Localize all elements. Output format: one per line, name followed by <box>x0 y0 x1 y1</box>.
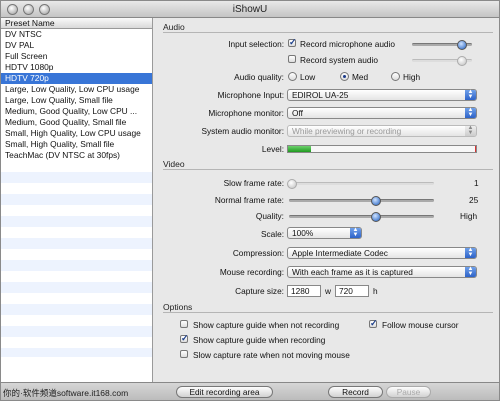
audio-quality-low-radio[interactable] <box>288 72 297 81</box>
audio-quality-label: Audio quality: <box>234 72 284 82</box>
slider-knob[interactable] <box>371 196 381 206</box>
system-monitor-label: System audio monitor: <box>201 126 284 136</box>
capture-width-field[interactable]: 1280 <box>287 285 321 297</box>
peak-tick <box>475 146 476 152</box>
mic-monitor-label: Microphone monitor: <box>208 108 284 118</box>
system-monitor-popup[interactable]: While previewing or recording ▲ ▼ <box>287 125 477 137</box>
audio-level-meter <box>287 145 477 153</box>
system-monitor-value: While previewing or recording <box>292 126 402 136</box>
audio-section-label: Audio <box>163 22 185 32</box>
record-system-checkbox[interactable] <box>288 55 296 63</box>
slider-knob[interactable] <box>371 212 381 222</box>
mic-input-value: EDIROL UA-25 <box>292 90 349 100</box>
popup-arrows-icon: ▲ ▼ <box>465 107 476 118</box>
quality-label: Quality: <box>255 211 284 221</box>
input-selection-label: Input selection: <box>228 39 284 49</box>
quality-slider[interactable] <box>289 212 434 222</box>
slow-rate-not-moving-checkbox[interactable] <box>180 350 188 358</box>
capture-size-label: Capture size: <box>235 286 284 296</box>
popup-arrows-icon: ▲ ▼ <box>465 89 476 100</box>
capture-height-field[interactable]: 720 <box>335 285 369 297</box>
title-bar: iShowU <box>1 1 499 18</box>
divider <box>163 32 493 33</box>
popup-arrows-icon: ▲ ▼ <box>465 125 476 136</box>
audio-quality-high-radio[interactable] <box>391 72 400 81</box>
divider <box>163 169 493 170</box>
popup-arrows-icon: ▲ ▼ <box>350 227 361 238</box>
mic-monitor-value: Off <box>292 108 303 118</box>
mic-input-label: Microphone Input: <box>217 90 284 100</box>
show-guide-not-recording-label: Show capture guide when not recording <box>193 320 340 330</box>
record-mic-checkbox[interactable] <box>288 37 297 48</box>
slow-frame-rate-slider[interactable] <box>287 179 434 189</box>
video-section-label: Video <box>163 159 185 169</box>
settings-panel: Audio Input selection: Record microphone… <box>154 18 499 382</box>
scale-label: Scale: <box>260 229 284 239</box>
slow-rate-not-moving-label: Slow capture rate when not moving mouse <box>193 350 350 360</box>
show-guide-not-recording-checkbox[interactable] <box>180 320 188 328</box>
popup-arrows-icon: ▲ ▼ <box>465 266 476 277</box>
slider-knob[interactable] <box>457 40 467 50</box>
mouse-recording-label: Mouse recording: <box>219 267 284 277</box>
mic-input-popup[interactable]: EDIROL UA-25 ▲ ▼ <box>287 89 477 101</box>
preset-list-header[interactable]: Preset Name <box>1 18 152 29</box>
window-title: iShowU <box>232 4 268 15</box>
capture-width-unit: w <box>325 286 331 296</box>
system-volume-slider[interactable] <box>412 56 472 66</box>
slow-frame-rate-label: Slow frame rate: <box>223 178 284 188</box>
divider <box>163 312 493 313</box>
mouse-recording-popup[interactable]: With each frame as it is captured ▲ ▼ <box>287 266 477 278</box>
slider-knob[interactable] <box>457 56 467 66</box>
mic-monitor-popup[interactable]: Off ▲ ▼ <box>287 107 477 119</box>
watermark-text: 你的·软件频道software.it168.com <box>3 388 129 398</box>
edit-recording-area-button[interactable]: Edit recording area <box>176 386 273 398</box>
preset-item[interactable]: Full Screen <box>1 51 152 62</box>
capture-height-unit: h <box>373 286 378 296</box>
record-mic-label: Record microphone audio <box>300 39 396 49</box>
scale-value: 100% <box>292 228 314 238</box>
normal-frame-rate-slider[interactable] <box>289 196 434 206</box>
quality-value: High <box>460 211 478 221</box>
slider-knob[interactable] <box>287 179 297 189</box>
ishowu-window: iShowU Preset Name DV NTSC DV PAL Full S… <box>0 0 500 401</box>
follow-mouse-checkbox[interactable] <box>369 318 378 329</box>
pause-button[interactable]: Pause <box>386 386 431 398</box>
compression-popup[interactable]: Apple Intermediate Codec ▲ ▼ <box>287 247 477 259</box>
preset-list-empty-area <box>1 161 152 357</box>
options-section-label: Options <box>163 302 193 312</box>
level-label: Level: <box>261 144 284 154</box>
follow-mouse-label: Follow mouse cursor <box>382 320 459 330</box>
normal-frame-rate-value: 25 <box>469 195 479 205</box>
audio-quality-med-radio[interactable] <box>340 72 349 81</box>
mouse-recording-value: With each frame as it is captured <box>292 267 413 277</box>
record-button[interactable]: Record <box>328 386 383 398</box>
compression-value: Apple Intermediate Codec <box>292 248 388 258</box>
audio-quality-high-label: High <box>403 72 421 82</box>
audio-level-fill <box>288 146 311 152</box>
popup-arrows-icon: ▲ ▼ <box>465 247 476 258</box>
bottom-toolbar: 你的·软件频道software.it168.com Edit recording… <box>1 382 499 400</box>
audio-quality-med-label: Med <box>352 72 369 82</box>
normal-frame-rate-label: Normal frame rate: <box>214 195 284 205</box>
show-guide-recording-label: Show capture guide when recording <box>193 335 326 345</box>
compression-label: Compression: <box>232 248 284 258</box>
mic-volume-slider[interactable] <box>412 40 472 50</box>
audio-quality-low-label: Low <box>300 72 316 82</box>
scale-popup[interactable]: 100% ▲ ▼ <box>287 227 362 239</box>
slow-frame-rate-value: 1 <box>474 178 479 188</box>
show-guide-recording-checkbox[interactable] <box>180 333 189 344</box>
record-system-label: Record system audio <box>300 55 378 65</box>
